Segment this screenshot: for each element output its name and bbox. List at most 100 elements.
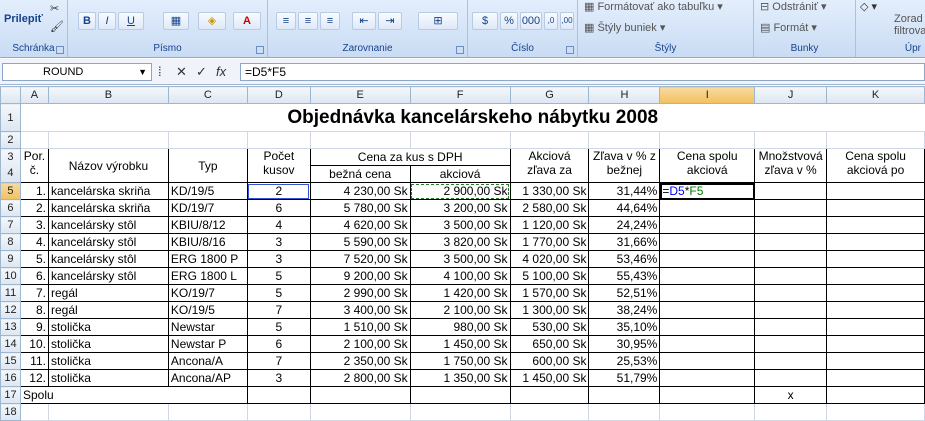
cell-por[interactable]: 3. <box>19 216 49 234</box>
spolu-label[interactable]: Spolu <box>19 386 248 404</box>
cell-zlava[interactable]: 650,00 Sk <box>509 335 590 353</box>
row-header-16[interactable]: 16 <box>0 369 21 387</box>
cell-bezna[interactable]: 9 200,00 Sk <box>309 267 411 285</box>
cell-typ[interactable]: Newstar P <box>167 335 248 353</box>
cell-bezna[interactable]: 4 620,00 Sk <box>309 216 411 234</box>
cell[interactable] <box>246 403 311 421</box>
cell-typ[interactable]: Ancona/A <box>167 352 248 370</box>
cell-akciova[interactable]: 4 100,00 Sk <box>409 267 511 285</box>
cell-bezna[interactable]: 2 990,00 Sk <box>309 284 411 302</box>
align-center-icon[interactable]: ≡ <box>298 12 318 30</box>
header-akciova-zlava[interactable]: Akciová zľava za <box>509 148 590 183</box>
cell-cena-spolu-po[interactable] <box>826 284 925 302</box>
header-zlava-pct[interactable]: Zľava v % z bežnej <box>588 148 661 183</box>
cell-nazov[interactable]: stolička <box>47 335 169 353</box>
col-header-k[interactable]: K <box>826 86 925 104</box>
name-box[interactable]: ROUND ▼ <box>2 63 152 81</box>
cell[interactable] <box>47 131 169 149</box>
cell-mnozstvova[interactable] <box>754 301 828 319</box>
cell-pct[interactable]: 53,46% <box>588 250 661 268</box>
row-header-10[interactable]: 10 <box>0 267 21 285</box>
cell[interactable] <box>588 386 661 404</box>
delete-button[interactable]: ⊟ Odstrániť ▾ <box>760 0 827 14</box>
col-header-g[interactable]: G <box>509 86 590 104</box>
cell-por[interactable]: 12. <box>19 369 49 387</box>
formula-input[interactable]: =D5*F5 <box>240 63 925 81</box>
cell-zlava[interactable]: 530,00 Sk <box>509 318 590 336</box>
cell-pct[interactable]: 30,95% <box>588 335 661 353</box>
cell-pocet[interactable]: 4 <box>246 216 311 234</box>
cell-zlava[interactable]: 1 300,00 Sk <box>509 301 590 319</box>
row-header-18[interactable]: 18 <box>0 403 21 421</box>
cell-akciova[interactable]: 2 900,00 Sk <box>409 182 511 200</box>
cell[interactable] <box>409 403 511 421</box>
cell-akciova[interactable]: 3 500,00 Sk <box>409 250 511 268</box>
cell-pocet[interactable]: 3 <box>246 233 311 251</box>
cell-pocet[interactable]: 2 <box>246 182 311 200</box>
cell-zlava[interactable]: 1 330,00 Sk <box>509 182 590 200</box>
row-header-2[interactable]: 2 <box>0 131 21 149</box>
header-pocet[interactable]: Počet kusov <box>246 148 311 183</box>
cell-cena-spolu-po[interactable] <box>826 199 925 217</box>
cell-cena-spolu[interactable] <box>659 301 756 319</box>
cell[interactable] <box>754 403 828 421</box>
cell-bezna[interactable]: 5 590,00 Sk <box>309 233 411 251</box>
cell[interactable] <box>588 403 661 421</box>
cell-typ[interactable]: ERG 1800 P <box>167 250 248 268</box>
header-mnozstvova[interactable]: Množstvová zľava v % <box>754 148 828 183</box>
cell[interactable] <box>826 403 925 421</box>
cell-styles-button[interactable]: ▦ Štýly buniek ▾ <box>584 21 665 35</box>
cell[interactable] <box>754 131 828 149</box>
row-header-14[interactable]: 14 <box>0 335 21 353</box>
cell-cena-spolu[interactable] <box>659 216 756 234</box>
merge-center-icon[interactable]: ⊞ <box>418 12 458 30</box>
decrease-decimal-button[interactable]: ,00 <box>560 12 574 30</box>
col-header-c[interactable]: C <box>167 86 248 104</box>
cell[interactable] <box>509 386 590 404</box>
cell-typ[interactable]: KBIU/8/12 <box>167 216 248 234</box>
cell-pocet[interactable]: 7 <box>246 301 311 319</box>
cell[interactable] <box>409 386 511 404</box>
decrease-indent-icon[interactable]: ⇤ <box>352 12 376 30</box>
cell-mnozstvova[interactable] <box>754 267 828 285</box>
cell-cena-spolu[interactable] <box>659 318 756 336</box>
cell[interactable] <box>659 386 756 404</box>
cell-typ[interactable]: KO/19/5 <box>167 301 248 319</box>
cell-bezna[interactable]: 2 800,00 Sk <box>309 369 411 387</box>
cell-por[interactable]: 6. <box>19 267 49 285</box>
cell-pct[interactable]: 31,66% <box>588 233 661 251</box>
cell-pocet[interactable]: 5 <box>246 267 311 285</box>
currency-icon[interactable]: $ <box>472 12 498 30</box>
cell-cena-spolu[interactable] <box>659 369 756 387</box>
insert-function-icon[interactable]: fx <box>216 63 226 81</box>
cell-akciova[interactable]: 3 200,00 Sk <box>409 199 511 217</box>
font-dialog-launcher[interactable] <box>256 46 264 54</box>
cell-nazov[interactable]: kancelársky stôl <box>47 233 169 251</box>
cell[interactable] <box>167 403 248 421</box>
active-edit-cell[interactable]: =D5*F5 <box>659 182 756 200</box>
row-header-8[interactable]: 8 <box>0 233 21 251</box>
cell-cena-spolu-po[interactable] <box>826 182 925 200</box>
cell-cena-spolu[interactable] <box>659 250 756 268</box>
select-all-corner[interactable] <box>0 86 21 104</box>
cell-mnozstvova[interactable] <box>754 352 828 370</box>
cell-nazov[interactable]: kancelársky stôl <box>47 250 169 268</box>
cell-nazov[interactable]: regál <box>47 284 169 302</box>
cell-akciova[interactable]: 1 420,00 Sk <box>409 284 511 302</box>
borders-icon[interactable]: ▦ <box>163 12 189 30</box>
cell-cena-spolu[interactable] <box>659 352 756 370</box>
cell[interactable] <box>246 386 311 404</box>
row-header-7[interactable]: 7 <box>0 216 21 234</box>
cell-typ[interactable]: KD/19/7 <box>167 199 248 217</box>
cell-pct[interactable]: 55,43% <box>588 267 661 285</box>
row-header-1[interactable]: 1 <box>0 103 21 132</box>
header-cena-spolu[interactable]: Cena spolu akciová <box>659 148 756 183</box>
cell-bezna[interactable]: 3 400,00 Sk <box>309 301 411 319</box>
align-left-icon[interactable]: ≡ <box>276 12 296 30</box>
cell-mnozstvova[interactable] <box>754 182 828 200</box>
enter-icon[interactable]: ✓ <box>196 63 207 81</box>
cell-pocet[interactable]: 6 <box>246 199 311 217</box>
cell-bezna[interactable]: 2 350,00 Sk <box>309 352 411 370</box>
cell-akciova[interactable]: 2 100,00 Sk <box>409 301 511 319</box>
cut-icon[interactable]: ✂ <box>50 2 59 16</box>
